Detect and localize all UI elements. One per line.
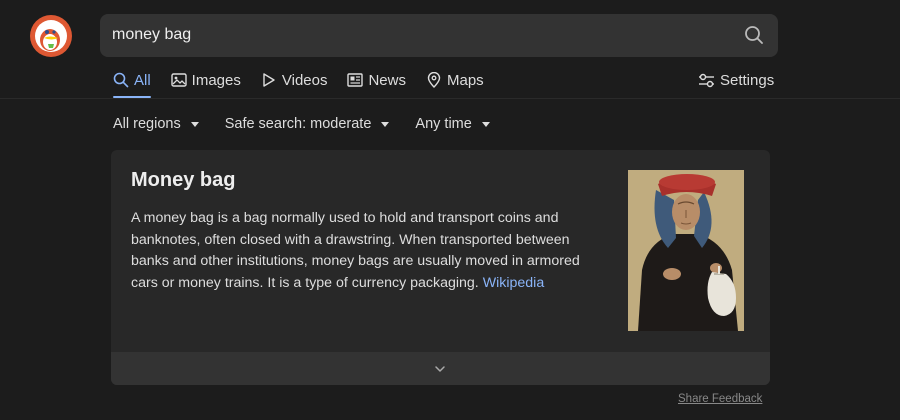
header: All Images Videos News — [0, 0, 900, 99]
tab-label: Images — [191, 71, 241, 89]
tab-label: Videos — [281, 71, 328, 89]
filter-label: All regions — [113, 116, 181, 132]
caret-down-icon — [190, 121, 199, 127]
tab-videos[interactable]: Videos — [261, 70, 328, 90]
tab-label: News — [368, 71, 406, 89]
nav-tabs: All Images Videos News Maps — [113, 70, 504, 98]
search-icon[interactable] — [744, 25, 764, 45]
infobox-image[interactable] — [628, 170, 744, 331]
infobox-description: A money bag is a bag normally used to ho… — [131, 208, 601, 294]
caret-down-icon — [381, 121, 390, 127]
safe-search-dropdown[interactable]: Safe search: moderate — [225, 116, 390, 132]
infobox-card: Money bag A money bag is a bag normally … — [111, 150, 770, 385]
filter-label: Safe search: moderate — [224, 116, 372, 132]
tab-maps[interactable]: Maps — [426, 70, 484, 90]
search-input[interactable] — [112, 23, 732, 47]
tab-news[interactable]: News — [347, 70, 406, 90]
search-icon — [113, 72, 129, 88]
settings-button[interactable]: Settings — [698, 70, 774, 90]
filter-bar: All regions Safe search: moderate Any ti… — [113, 116, 516, 132]
settings-label: Settings — [720, 71, 775, 89]
duckduckgo-logo[interactable] — [30, 15, 72, 57]
time-filter-dropdown[interactable]: Any time — [415, 116, 490, 132]
image-icon — [170, 73, 187, 87]
search-box — [100, 14, 778, 57]
tab-label: Maps — [446, 71, 484, 89]
wikipedia-link[interactable]: Wikipedia — [483, 275, 545, 291]
map-pin-icon — [427, 72, 441, 88]
newspaper-icon — [347, 73, 364, 87]
expand-infobox-button[interactable] — [111, 352, 770, 385]
caret-down-icon — [481, 121, 490, 127]
share-feedback-link[interactable]: Share Feedback — [678, 393, 762, 405]
play-icon — [263, 73, 275, 87]
tab-all[interactable]: All — [113, 70, 151, 98]
region-filter-dropdown[interactable]: All regions — [113, 116, 199, 132]
infobox-title: Money bag — [131, 169, 236, 191]
tab-images[interactable]: Images — [170, 70, 241, 90]
filter-label: Any time — [415, 116, 472, 132]
tab-label: All — [134, 71, 151, 89]
chevron-down-icon — [435, 366, 445, 372]
sliders-icon — [699, 73, 714, 87]
